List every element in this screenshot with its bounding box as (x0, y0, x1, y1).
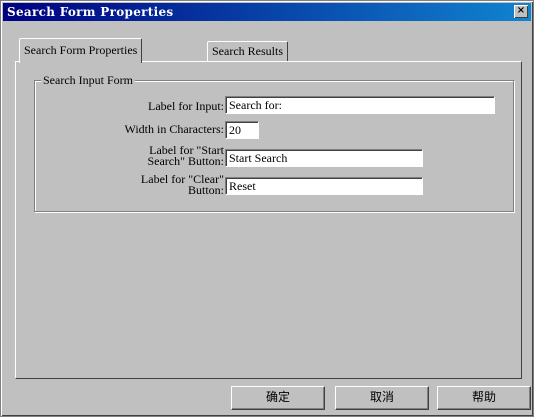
title-bar[interactable]: Search Form Properties × (3, 3, 531, 21)
width-in-characters-label: Width in Characters: (124, 122, 225, 136)
label-for-input-field[interactable]: Search for: (225, 96, 495, 114)
help-button[interactable]: 帮助 (437, 386, 531, 410)
tab-search-results[interactable]: Search Results (207, 41, 288, 62)
tab-search-form-properties[interactable]: Search Form Properties (19, 38, 143, 63)
clear-button-field[interactable]: Reset (225, 177, 423, 195)
start-search-button-field[interactable]: Start Search (225, 149, 423, 167)
group-title: Search Input Form (41, 72, 135, 88)
dialog-window: Search Form Properties × Search Form Pro… (0, 0, 534, 417)
tab-panel: Search Input Form Label for Input: Searc… (15, 61, 522, 379)
cancel-button[interactable]: 取消 (335, 386, 429, 410)
ok-button[interactable]: 确定 (231, 386, 325, 410)
width-in-characters-field[interactable]: 20 (225, 121, 259, 139)
label-for-input-label: Label for Input: (148, 99, 224, 113)
close-icon[interactable]: × (514, 5, 528, 18)
clear-button-label: Label for "Clear" Button: (140, 172, 224, 197)
start-search-button-label: Label for "Start Search" Button: (147, 143, 224, 168)
window-title: Search Form Properties (7, 5, 174, 19)
search-input-form-group: Search Input Form Label for Input: Searc… (34, 72, 514, 212)
